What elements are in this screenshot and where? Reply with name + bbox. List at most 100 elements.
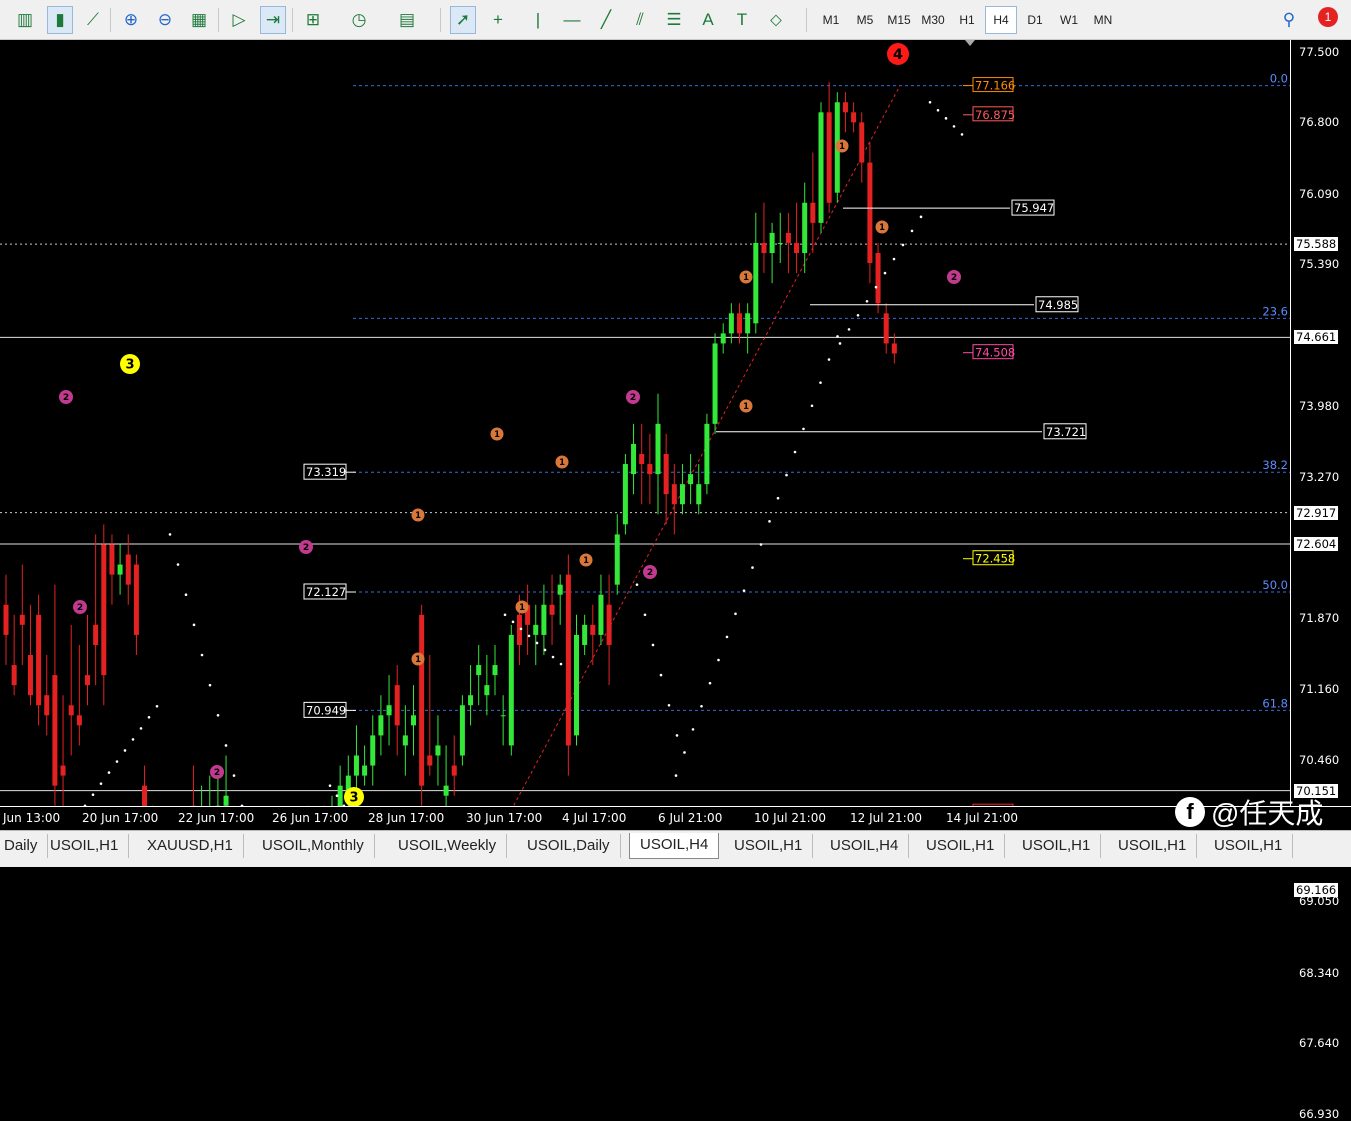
chart-tab[interactable]: USOIL,Daily: [517, 834, 621, 858]
sar-dot: [100, 782, 103, 785]
wave-sub-marker-1: 1: [839, 141, 845, 151]
notification-badge[interactable]: 1: [1318, 7, 1338, 27]
search-icon[interactable]: ⚲: [1276, 6, 1302, 34]
crosshair-icon[interactable]: +: [485, 6, 511, 34]
bear-candle: [672, 484, 677, 504]
sar-dot: [953, 125, 956, 128]
chart-tab[interactable]: USOIL,H4: [629, 833, 719, 859]
arrows-icon[interactable]: ⬦: [763, 6, 789, 34]
fib-price-label: 73.319: [306, 465, 346, 479]
bear-candle: [142, 786, 147, 806]
chart-tab[interactable]: USOIL,H1: [916, 834, 1005, 858]
bull-candle: [745, 313, 750, 333]
bull-candle: [387, 705, 392, 715]
timeframe-d1[interactable]: D1: [1019, 6, 1051, 34]
price-chart[interactable]: 0.023.638.250.061.878.6100.075.94774.985…: [0, 40, 1290, 806]
bear-candle: [69, 705, 74, 715]
timeframe-m30[interactable]: M30: [917, 6, 949, 34]
sar-dot: [785, 474, 788, 477]
chart-tab[interactable]: USOIL,Weekly: [388, 834, 507, 858]
sar-dot: [875, 286, 878, 289]
price-marker-label: 72.604: [1294, 537, 1338, 551]
bull-candle: [118, 565, 123, 575]
fib-trendline: [355, 86, 900, 806]
chart-shift-icon[interactable]: ⇥: [260, 6, 286, 34]
price-marker-label: 69.166: [1294, 883, 1338, 897]
trendline-icon[interactable]: ╱: [593, 6, 619, 34]
sar-dot: [902, 244, 905, 247]
timeframe-m15[interactable]: M15: [883, 6, 915, 34]
bull-candle: [713, 343, 718, 423]
timeframe-m5[interactable]: M5: [849, 6, 881, 34]
time-tick-label: 12 Jul 21:00: [850, 811, 922, 825]
bar-chart-icon[interactable]: ▥: [12, 6, 38, 34]
bear-candle: [607, 605, 612, 645]
indicators-icon[interactable]: ⊞: [300, 6, 326, 34]
timeframe-h4[interactable]: H4: [985, 6, 1017, 34]
wave-sub-marker-1: 1: [879, 222, 885, 232]
bear-candle: [452, 766, 457, 776]
timeframe-h1[interactable]: H1: [951, 6, 983, 34]
sar-dot: [911, 230, 914, 233]
bull-candle: [501, 715, 506, 716]
price-tick-label: 73.980: [1299, 399, 1339, 413]
sar-dot: [709, 682, 712, 685]
sar-dot: [544, 649, 547, 652]
timeframe-w1[interactable]: W1: [1053, 6, 1085, 34]
sar-dot: [520, 628, 523, 631]
cursor-icon[interactable]: ➚: [450, 6, 476, 34]
sar-dot: [124, 749, 127, 752]
wave-sub-marker-1: 1: [583, 555, 589, 565]
chart-tab[interactable]: USOIL,H1: [1204, 834, 1293, 858]
zoom-in-icon[interactable]: ⊕: [118, 6, 144, 34]
bull-candle: [468, 695, 473, 705]
chart-tab[interactable]: XAUUSD,H1: [137, 834, 244, 858]
bear-candle: [93, 625, 98, 645]
sar-dot: [802, 428, 805, 431]
timeframe-mn[interactable]: MN: [1087, 6, 1119, 34]
templates-icon[interactable]: ▤: [394, 6, 420, 34]
price-axis[interactable]: 77.50076.80076.09075.39074.66173.98073.2…: [1290, 40, 1351, 806]
candlestick-icon[interactable]: ▮: [47, 6, 73, 34]
chart-tab[interactable]: USOIL,H1: [1108, 834, 1197, 858]
price-tick-label: 66.930: [1299, 1107, 1339, 1121]
bear-candle: [639, 454, 644, 464]
text-label-icon[interactable]: T: [729, 6, 755, 34]
autoscroll-icon[interactable]: ▷: [226, 6, 252, 34]
chart-shift-marker[interactable]: [965, 40, 975, 46]
bear-candle: [109, 544, 114, 574]
text-icon[interactable]: A: [695, 6, 721, 34]
fib-level-label: 50.0: [1262, 578, 1288, 592]
watermark: f @任天成: [1175, 790, 1345, 834]
time-tick-label: Jun 13:00: [3, 811, 60, 825]
sar-dot: [692, 728, 695, 731]
bear-candle: [851, 112, 856, 122]
chart-tab[interactable]: USOIL,H1: [40, 834, 129, 858]
horizontal-line-icon[interactable]: —: [559, 6, 585, 34]
chart-tab[interactable]: USOIL,H4: [820, 834, 909, 858]
bear-candle: [4, 605, 9, 635]
bull-candle: [354, 756, 359, 776]
line-chart-icon[interactable]: ⟋: [80, 6, 106, 34]
tile-windows-icon[interactable]: ▦: [186, 6, 212, 34]
chart-tab[interactable]: USOIL,Monthly: [252, 834, 375, 858]
sar-dot: [169, 533, 172, 536]
chart-tab[interactable]: USOIL,H1: [724, 834, 813, 858]
zoom-out-icon[interactable]: ⊖: [152, 6, 178, 34]
vertical-line-icon[interactable]: |: [525, 6, 551, 34]
channel-icon[interactable]: ⫽: [627, 6, 653, 34]
timeframe-m1[interactable]: M1: [815, 6, 847, 34]
sar-dot: [945, 117, 948, 120]
sar-dot: [700, 705, 703, 708]
fibonacci-icon[interactable]: ☰: [661, 6, 687, 34]
chart-tab[interactable]: USOIL,H1: [1012, 834, 1101, 858]
sar-dot: [336, 794, 339, 797]
bull-candle: [476, 665, 481, 675]
clock-icon[interactable]: ◷: [346, 6, 372, 34]
sar-dot: [734, 612, 737, 615]
bull-candle: [656, 424, 661, 474]
bull-candle: [509, 635, 514, 746]
sar-dot: [512, 621, 515, 624]
bear-candle: [810, 203, 815, 223]
sar-dot: [726, 636, 729, 639]
